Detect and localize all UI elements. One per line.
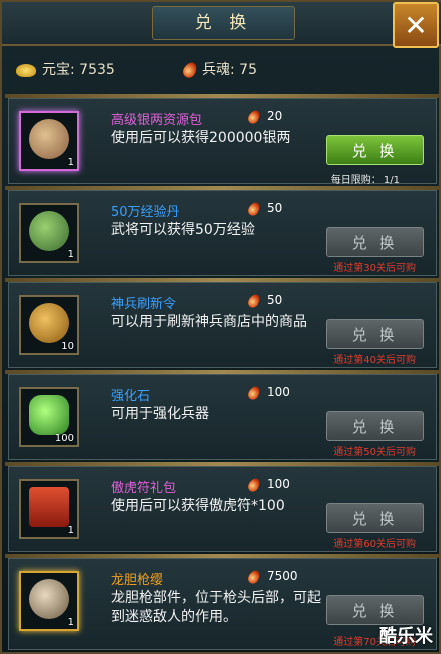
- item-cost: 100: [246, 383, 290, 402]
- item-quantity: 10: [61, 341, 74, 352]
- item-cost: 50: [246, 199, 283, 218]
- list-item: 1 50万经验丹 50 武将可以获得50万经验 兑 换 通过第30关后可购: [5, 186, 440, 276]
- item-quantity: 1: [67, 525, 74, 536]
- yuanbao-label: 元宝: [42, 62, 70, 78]
- item-description: 使用后可以获得200000银两: [111, 130, 291, 146]
- close-button[interactable]: ✕: [393, 2, 439, 48]
- item-icon-frame[interactable]: 1: [19, 111, 79, 171]
- soul-flame-icon: [246, 107, 262, 126]
- item-quantity: 100: [54, 433, 74, 444]
- item-name: 龙胆枪缨: [111, 573, 164, 588]
- item-icon-frame[interactable]: 10: [19, 295, 79, 355]
- item-name: 傲虎符礼包: [111, 481, 177, 496]
- unlock-condition: 通过第50关后可购: [333, 447, 416, 458]
- soul-flame-icon: [246, 475, 262, 494]
- exchange-button[interactable]: 兑 换: [326, 411, 424, 441]
- item-quantity: 1: [67, 157, 74, 168]
- refresh-token-icon: [29, 303, 69, 343]
- soul-flame-icon: [246, 567, 262, 586]
- yuanbao-balance: 元宝: 7535: [16, 58, 115, 82]
- item-cost: 7500: [246, 567, 298, 586]
- soul-flame-icon: [246, 383, 262, 402]
- list-item: 1 高级银两资源包 20 使用后可以获得200000银两 兑 换 每日限购： 1…: [5, 94, 440, 186]
- item-cost: 100: [246, 475, 290, 494]
- exp-pill-icon: [29, 211, 69, 251]
- item-icon-frame[interactable]: 100: [19, 387, 79, 447]
- exchange-button[interactable]: 兑 换: [326, 595, 424, 625]
- item-cost-value: 100: [267, 385, 290, 399]
- item-quantity: 1: [67, 249, 74, 260]
- item-cost-value: 100: [267, 477, 290, 491]
- unlock-condition: 通过第60关后可购: [333, 539, 416, 550]
- item-description: 可以用于刷新神兵商店中的商品: [111, 314, 307, 330]
- item-name: 高级银两资源包: [111, 113, 203, 128]
- list-item: 1 傲虎符礼包 100 使用后可以获得傲虎符*100 兑 换 通过第60关后可购: [5, 462, 440, 552]
- window-title: 兑 换: [152, 6, 295, 40]
- item-icon-frame[interactable]: 1: [19, 571, 79, 631]
- title-bar: 兑 换 ✕: [2, 2, 441, 48]
- exchange-button[interactable]: 兑 换: [326, 227, 424, 257]
- item-cost-value: 50: [267, 201, 283, 215]
- soul-label: 兵魂: [202, 62, 230, 78]
- item-name: 神兵刷新令: [111, 297, 177, 312]
- soul-flame-icon: [246, 199, 262, 218]
- soul-flame-icon: [246, 291, 262, 310]
- item-name: 强化石: [111, 389, 151, 404]
- soul-balance: 兵魂: 75: [180, 58, 257, 82]
- list-item: 1 龙胆枪缨 7500 龙胆枪部件，位于枪头后部，可起到迷惑敌人的作用。 兑 换…: [5, 554, 440, 650]
- unlock-condition: 通过第30关后可购: [333, 263, 416, 274]
- enhance-stone-icon: [29, 395, 69, 435]
- item-description: 使用后可以获得傲虎符*100: [111, 498, 285, 514]
- gold-ingot-icon: [16, 63, 36, 77]
- item-name: 50万经验丹: [111, 205, 180, 220]
- item-description: 龙胆枪部件，位于枪头后部，可起到迷惑敌人的作用。: [111, 590, 321, 625]
- exchange-button[interactable]: 兑 换: [326, 503, 424, 533]
- yuanbao-value: 7535: [79, 62, 115, 78]
- exchange-button[interactable]: 兑 换: [326, 135, 424, 165]
- item-description: 武将可以获得50万经验: [111, 222, 255, 238]
- item-icon-frame[interactable]: 1: [19, 203, 79, 263]
- item-icon-frame[interactable]: 1: [19, 479, 79, 539]
- item-quantity: 1: [67, 617, 74, 628]
- watermark: 酷乐米: [379, 626, 433, 647]
- list-item: 10 神兵刷新令 50 可以用于刷新神兵商店中的商品 兑 换 通过第40关后可购: [5, 278, 440, 368]
- list-item: 100 强化石 100 可用于强化兵器 兑 换 通过第50关后可购: [5, 370, 440, 460]
- item-description: 可用于强化兵器: [111, 406, 209, 422]
- item-cost: 20: [246, 107, 283, 126]
- item-cost-value: 7500: [267, 569, 298, 583]
- soul-flame-icon: [180, 60, 200, 80]
- exchange-button[interactable]: 兑 换: [326, 319, 424, 349]
- unlock-condition: 通过第40关后可购: [333, 355, 416, 366]
- daily-limit: 每日限购： 1/1: [330, 175, 400, 186]
- exchange-window: 兑 换 ✕ 元宝: 7535 兵魂: 75 1 高级银两资源包 20 使用后可以…: [0, 0, 441, 654]
- soul-value: 75: [239, 62, 257, 78]
- gift-box-icon: [29, 487, 69, 527]
- spear-tassel-icon: [29, 579, 69, 619]
- item-cost-value: 50: [267, 293, 283, 307]
- item-cost-value: 20: [267, 109, 283, 123]
- item-cost: 50: [246, 291, 283, 310]
- money-bag-icon: [29, 119, 69, 159]
